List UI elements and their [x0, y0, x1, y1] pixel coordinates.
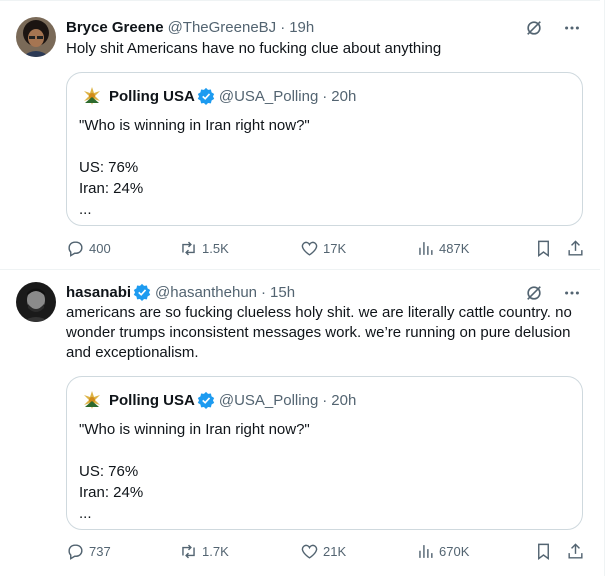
avatar[interactable] — [16, 282, 56, 322]
quote-text: "Who is winning in Iran right now?" US: … — [79, 419, 310, 524]
repost-button[interactable]: 1.7K — [179, 542, 229, 561]
repost-count: 1.5K — [202, 240, 229, 256]
quote-timestamp[interactable]: 20h — [331, 88, 356, 105]
avatar[interactable] — [16, 17, 56, 57]
tweet-text: Holy shit Americans have no fucking clue… — [66, 40, 442, 57]
repost-icon — [182, 544, 195, 558]
bookmark-icon — [538, 240, 549, 257]
repost-icon — [182, 241, 195, 255]
grok-icon[interactable] — [524, 18, 544, 38]
views-icon — [419, 241, 433, 255]
quote-line: ... — [79, 201, 92, 218]
quote-header: Polling USA @USA_Polling · 20h — [81, 389, 356, 411]
quote-line — [79, 136, 310, 157]
timestamp[interactable]: 15h — [270, 284, 295, 301]
quote-author-handle[interactable]: @USA_Polling — [219, 88, 318, 105]
tweet-header: hasanabi @hasanthehun · 15h — [66, 282, 295, 302]
quote-line: Iran: 24% — [79, 180, 144, 197]
timeline-feed: Bryce Greene @TheGreeneBJ · 19h Holy shi… — [0, 0, 605, 576]
quote-line: "Who is winning in Iran right now?" — [79, 117, 310, 134]
more-icon[interactable] — [562, 18, 582, 38]
quote-text: "Who is winning in Iran right now?" US: … — [79, 115, 310, 220]
like-button[interactable]: 17K — [300, 239, 346, 258]
reply-icon — [68, 543, 83, 560]
separator-dot: · — [280, 18, 286, 36]
quote-header: Polling USA @USA_Polling · 20h — [81, 85, 356, 107]
quote-line: Iran: 24% — [79, 484, 144, 501]
bookmark-button[interactable] — [534, 542, 553, 561]
quote-line — [79, 440, 310, 461]
like-button[interactable]: 21K — [300, 542, 346, 561]
repost-count: 1.7K — [202, 543, 229, 559]
author-handle[interactable]: @TheGreeneBJ — [168, 19, 277, 36]
quote-line: US: 76% — [79, 463, 139, 480]
tweet[interactable]: hasanabi @hasanthehun · 15h americans ar… — [0, 270, 600, 576]
quote-line: US: 76% — [79, 159, 139, 176]
like-icon — [301, 241, 318, 256]
bookmark-button[interactable] — [534, 239, 553, 258]
reply-button[interactable]: 400 — [66, 239, 111, 258]
quote-avatar[interactable] — [81, 389, 103, 411]
separator-dot: · — [322, 391, 328, 409]
verified-badge-icon — [197, 87, 215, 105]
views-button[interactable]: 487K — [416, 239, 469, 258]
bookmark-icon — [538, 543, 549, 560]
timestamp[interactable]: 19h — [289, 19, 314, 36]
top-actions — [524, 283, 582, 303]
share-button[interactable] — [566, 542, 585, 561]
repost-button[interactable]: 1.5K — [179, 239, 229, 258]
author-name[interactable]: hasanabi — [66, 284, 131, 301]
share-icon — [568, 542, 583, 559]
quote-line: "Who is winning in Iran right now?" — [79, 421, 310, 438]
reply-icon — [68, 240, 83, 257]
quote-avatar[interactable] — [81, 85, 103, 107]
quote-author-handle[interactable]: @USA_Polling — [219, 392, 318, 409]
quote-author-name[interactable]: Polling USA — [109, 392, 195, 409]
views-count: 487K — [439, 240, 470, 256]
share-button[interactable] — [566, 239, 585, 258]
tweet[interactable]: Bryce Greene @TheGreeneBJ · 19h Holy shi… — [0, 0, 600, 270]
top-actions — [524, 18, 582, 38]
views-button[interactable]: 670K — [416, 542, 469, 561]
views-icon — [419, 544, 433, 558]
verified-badge-icon — [133, 283, 151, 301]
like-count: 21K — [323, 543, 347, 559]
reply-count: 737 — [89, 543, 111, 559]
more-icon[interactable] — [562, 283, 582, 303]
author-handle[interactable]: @hasanthehun — [155, 284, 257, 301]
separator-dot: · — [261, 283, 267, 301]
author-name[interactable]: Bryce Greene — [66, 19, 164, 36]
like-icon — [301, 544, 318, 559]
quote-author-name[interactable]: Polling USA — [109, 88, 195, 105]
views-count: 670K — [439, 543, 470, 559]
verified-badge-icon — [197, 391, 215, 409]
quote-timestamp[interactable]: 20h — [331, 392, 356, 409]
separator-dot: · — [322, 87, 328, 105]
reply-button[interactable]: 737 — [66, 542, 111, 561]
tweet-text: americans are so fucking clueless holy s… — [66, 304, 572, 361]
quote-line: ... — [79, 505, 92, 522]
quoted-tweet[interactable]: Polling USA @USA_Polling · 20h "Who is w… — [66, 376, 583, 530]
reply-count: 400 — [89, 240, 111, 256]
tweet-header: Bryce Greene @TheGreeneBJ · 19h — [66, 17, 314, 37]
quoted-tweet[interactable]: Polling USA @USA_Polling · 20h "Who is w… — [66, 72, 583, 226]
like-count: 17K — [323, 240, 347, 256]
share-icon — [568, 239, 583, 256]
grok-icon[interactable] — [524, 283, 544, 303]
engagement-bar: 400 1.5K 17K 487K — [66, 238, 584, 258]
engagement-bar: 737 1.7K 21K 670K — [66, 541, 584, 561]
